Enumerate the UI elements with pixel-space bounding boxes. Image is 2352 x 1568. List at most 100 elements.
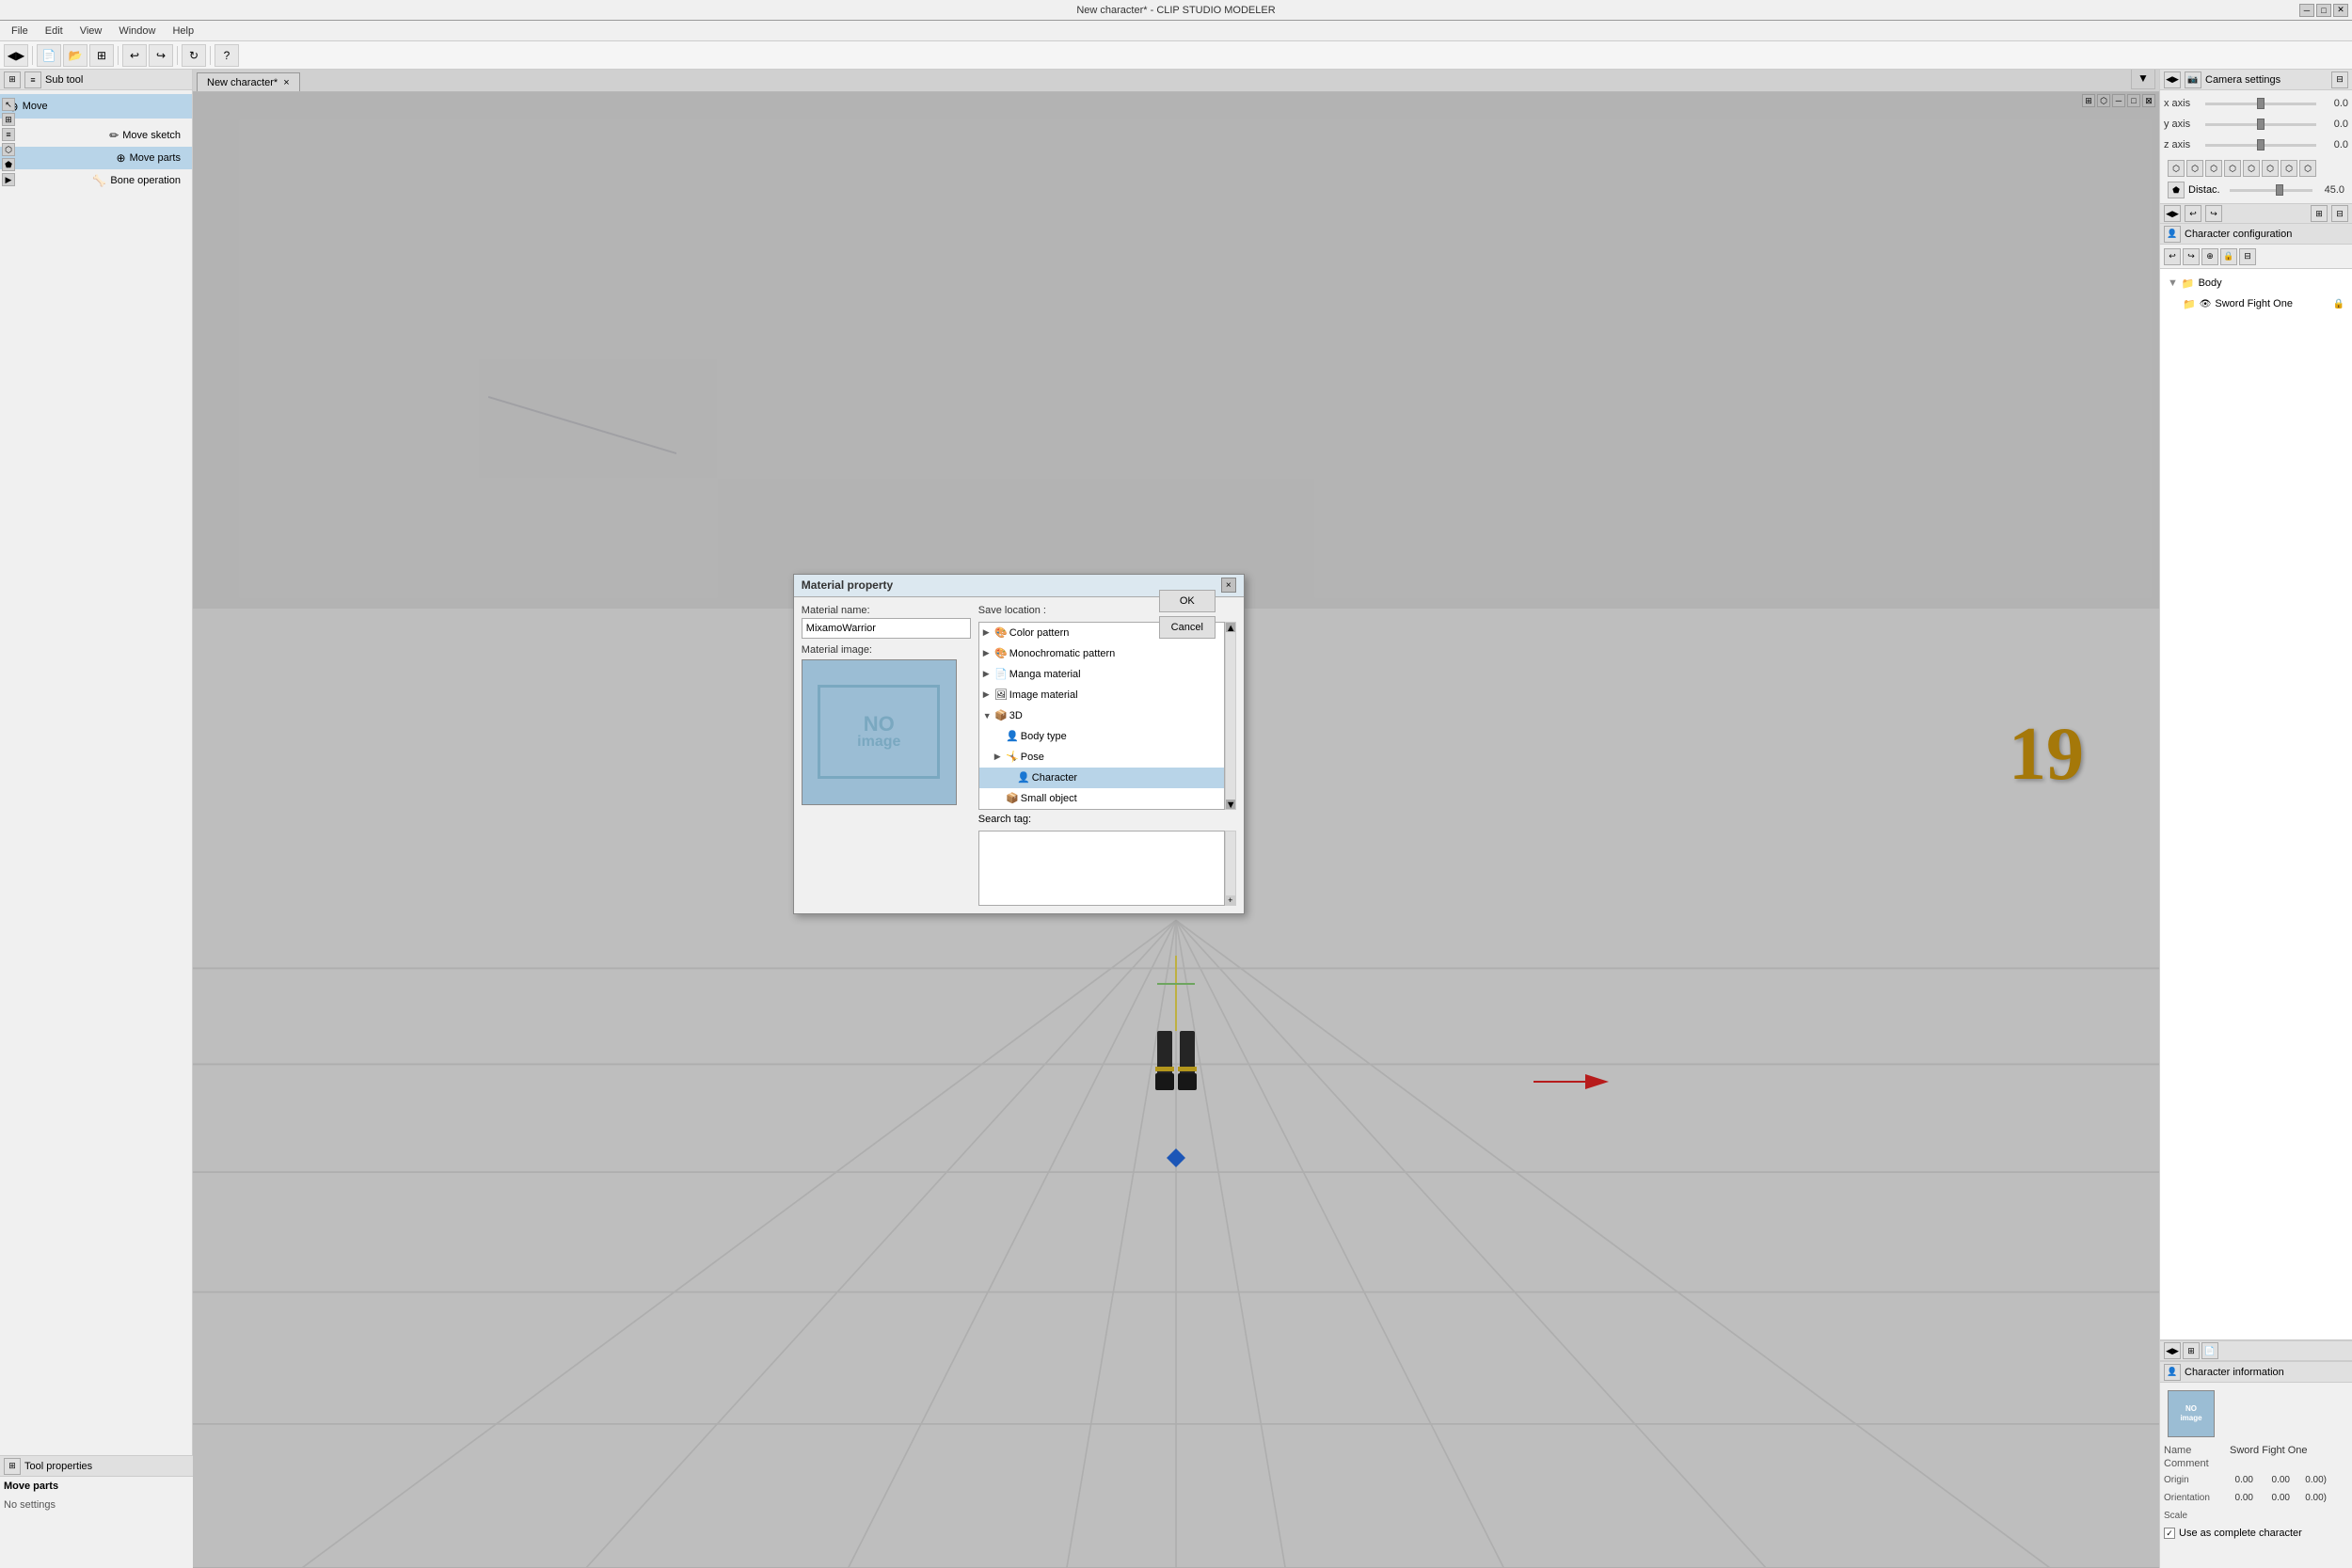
z-axis-thumb[interactable] (2257, 139, 2265, 150)
cancel-button[interactable]: Cancel (1159, 616, 1216, 639)
toolbar-new[interactable]: 📄 (37, 44, 61, 67)
char-tool-1[interactable]: ↩ (2164, 248, 2181, 265)
window-controls[interactable]: ─ □ ✕ (2299, 4, 2348, 17)
minimize-btn[interactable]: ─ (2299, 4, 2314, 17)
search-scrollbar[interactable]: + (1225, 831, 1236, 906)
loc-image-material[interactable]: ▶ 🖼 Image material (979, 685, 1224, 705)
loc-small-object[interactable]: 📦 Small object (979, 788, 1224, 809)
toolbar-help[interactable]: ? (215, 44, 239, 67)
cam-icon-3[interactable]: ⬡ (2205, 160, 2222, 177)
loc-arrow-pose: ▶ (994, 752, 1004, 762)
subtool-move-parts[interactable]: ⊕ Move parts (0, 147, 192, 169)
material-name-input[interactable] (802, 618, 971, 639)
z-axis-slider[interactable] (2205, 144, 2316, 147)
menu-edit[interactable]: Edit (38, 24, 71, 39)
icon-layers[interactable]: ≡ (2, 128, 15, 141)
char-tool-4[interactable]: 🔒 (2220, 248, 2237, 265)
menu-file[interactable]: File (4, 24, 36, 39)
char-info-name-row: Name Sword Fight One (2164, 1445, 2348, 1456)
subtool-move-sketch[interactable]: ✏ Move sketch (0, 124, 192, 147)
cam-icon-4[interactable]: ⬡ (2224, 160, 2241, 177)
toolbar-board[interactable]: ⊞ (89, 44, 114, 67)
cam-icon-2[interactable]: ⬡ (2186, 160, 2203, 177)
loc-3d[interactable]: ▼ 📦 3D (979, 705, 1224, 726)
char-info-btn2[interactable]: 📄 (2201, 1342, 2218, 1359)
subtool-header: ⊞ ≡ Sub tool (0, 70, 192, 90)
toolbar-redo[interactable]: ↪ (149, 44, 173, 67)
char-info-top: NO image (2164, 1386, 2348, 1441)
ok-button[interactable]: OK (1159, 590, 1216, 612)
title-bar: New character* - CLIP STUDIO MODELER ─ □… (0, 0, 2352, 21)
extra-btn-2[interactable]: ⊟ (2331, 205, 2348, 222)
x-axis-thumb[interactable] (2257, 98, 2265, 109)
cam-icon-7[interactable]: ⬡ (2280, 160, 2297, 177)
panel-btn-1[interactable]: ⊞ (4, 71, 21, 88)
tool-props-btn[interactable]: ⊞ (4, 1458, 21, 1475)
tool-move[interactable]: ⊕ Move (0, 94, 192, 119)
cam-icon-1[interactable]: ⬡ (2168, 160, 2185, 177)
menu-help[interactable]: Help (165, 24, 201, 39)
char-config-body-item[interactable]: ▼ 📁 Body (2164, 273, 2348, 293)
scrollbar-down[interactable]: ▼ (1226, 800, 1235, 809)
loc-manga[interactable]: ▶ 📄 Manga material (979, 664, 1224, 685)
extra-btn-1[interactable]: ⊞ (2311, 205, 2328, 222)
cam-icon-5[interactable]: ⬡ (2243, 160, 2260, 177)
char-tool-2[interactable]: ↪ (2183, 248, 2200, 265)
char-tool-5[interactable]: ⊟ (2239, 248, 2256, 265)
toolbar-undo[interactable]: ↩ (122, 44, 147, 67)
icon-select[interactable]: ↖ (2, 98, 15, 111)
char-info-btn1[interactable]: ⊞ (2183, 1342, 2200, 1359)
location-tree[interactable]: ▶ 🎨 Color pattern ▶ 🎨 Monochromatic patt… (978, 622, 1225, 810)
toolbar-open[interactable]: 📂 (63, 44, 87, 67)
loc-character[interactable]: 👤 Character (979, 768, 1224, 788)
undo-btn[interactable]: ↩ (2185, 205, 2201, 222)
icon-3d[interactable]: ⬡ (2, 143, 15, 156)
sep1 (32, 46, 33, 65)
right-collapse-btn[interactable]: ◀▶ (2164, 71, 2181, 88)
char-info-collapse[interactable]: ◀▶ (2164, 1342, 2181, 1359)
distac-slider[interactable] (2230, 189, 2312, 192)
left-panel: ⊞ ≡ Sub tool ⊕ Move ✏ Move sketch ⊕ Mo (0, 70, 193, 1568)
panel-btn-2[interactable]: ≡ (24, 71, 41, 88)
cam-icon-6[interactable]: ⬡ (2262, 160, 2279, 177)
char-info-content: NO image Name Sword Fight One Comment Or… (2160, 1383, 2352, 1543)
search-add-btn[interactable]: + (1226, 895, 1235, 905)
subtool-bone-op[interactable]: 🦴 Bone operation (0, 169, 192, 192)
toolbar-refresh[interactable]: ↻ (182, 44, 206, 67)
camera-settings-extra[interactable]: ⊟ (2331, 71, 2348, 88)
camera-icon: 📷 (2185, 71, 2201, 88)
icon-bone[interactable]: ⬟ (2, 158, 15, 171)
loc-pose[interactable]: ▶ 🤸 Pose (979, 747, 1224, 768)
loc-mono-pattern[interactable]: ▶ 🎨 Monochromatic pattern (979, 643, 1224, 664)
menu-window[interactable]: Window (111, 24, 163, 39)
distac-thumb[interactable] (2276, 184, 2283, 196)
icon-anim[interactable]: ▶ (2, 173, 15, 186)
search-tag-textarea[interactable] (978, 831, 1225, 906)
scrollbar-up[interactable]: ▲ (1226, 623, 1235, 632)
menu-view[interactable]: View (72, 24, 110, 39)
icon-transform[interactable]: ⊞ (2, 113, 15, 126)
use-complete-checkbox[interactable]: ✓ (2164, 1528, 2175, 1539)
subtool-list: ✏ Move sketch ⊕ Move parts 🦴 Bone operat… (0, 122, 192, 194)
distac-icon[interactable]: ⬟ (2168, 182, 2185, 198)
y-axis-thumb[interactable] (2257, 119, 2265, 130)
cam-icon-8[interactable]: ⬡ (2299, 160, 2316, 177)
modal-close-btn[interactable]: × (1221, 578, 1236, 593)
char-info-label: Character information (2185, 1367, 2284, 1378)
redo-btn[interactable]: ↪ (2205, 205, 2222, 222)
distac-label: Distac. (2188, 184, 2226, 196)
use-complete-checkbox-row[interactable]: ✓ Use as complete character (2164, 1528, 2348, 1539)
loc-body-type[interactable]: 👤 Body type (979, 726, 1224, 747)
toolbar-collapse-left[interactable]: ◀▶ (4, 44, 28, 67)
char-tool-3[interactable]: ⊕ (2201, 248, 2218, 265)
x-axis-slider[interactable] (2205, 103, 2316, 105)
right-panel-collapse[interactable]: ◀▶ (2164, 205, 2181, 222)
maximize-btn[interactable]: □ (2316, 4, 2331, 17)
tree-scrollbar[interactable]: ▲ ▼ (1225, 622, 1236, 810)
close-btn[interactable]: ✕ (2333, 4, 2348, 17)
char-config-sword-item[interactable]: 📁 👁 Sword Fight One 🔒 (2164, 293, 2348, 314)
camera-settings-header: ◀▶ 📷 Camera settings ⊟ (2160, 70, 2352, 90)
y-axis-slider[interactable] (2205, 123, 2316, 126)
char-thumb-image: image (2180, 1414, 2201, 1423)
origin-z: 0.00) (2294, 1475, 2327, 1485)
